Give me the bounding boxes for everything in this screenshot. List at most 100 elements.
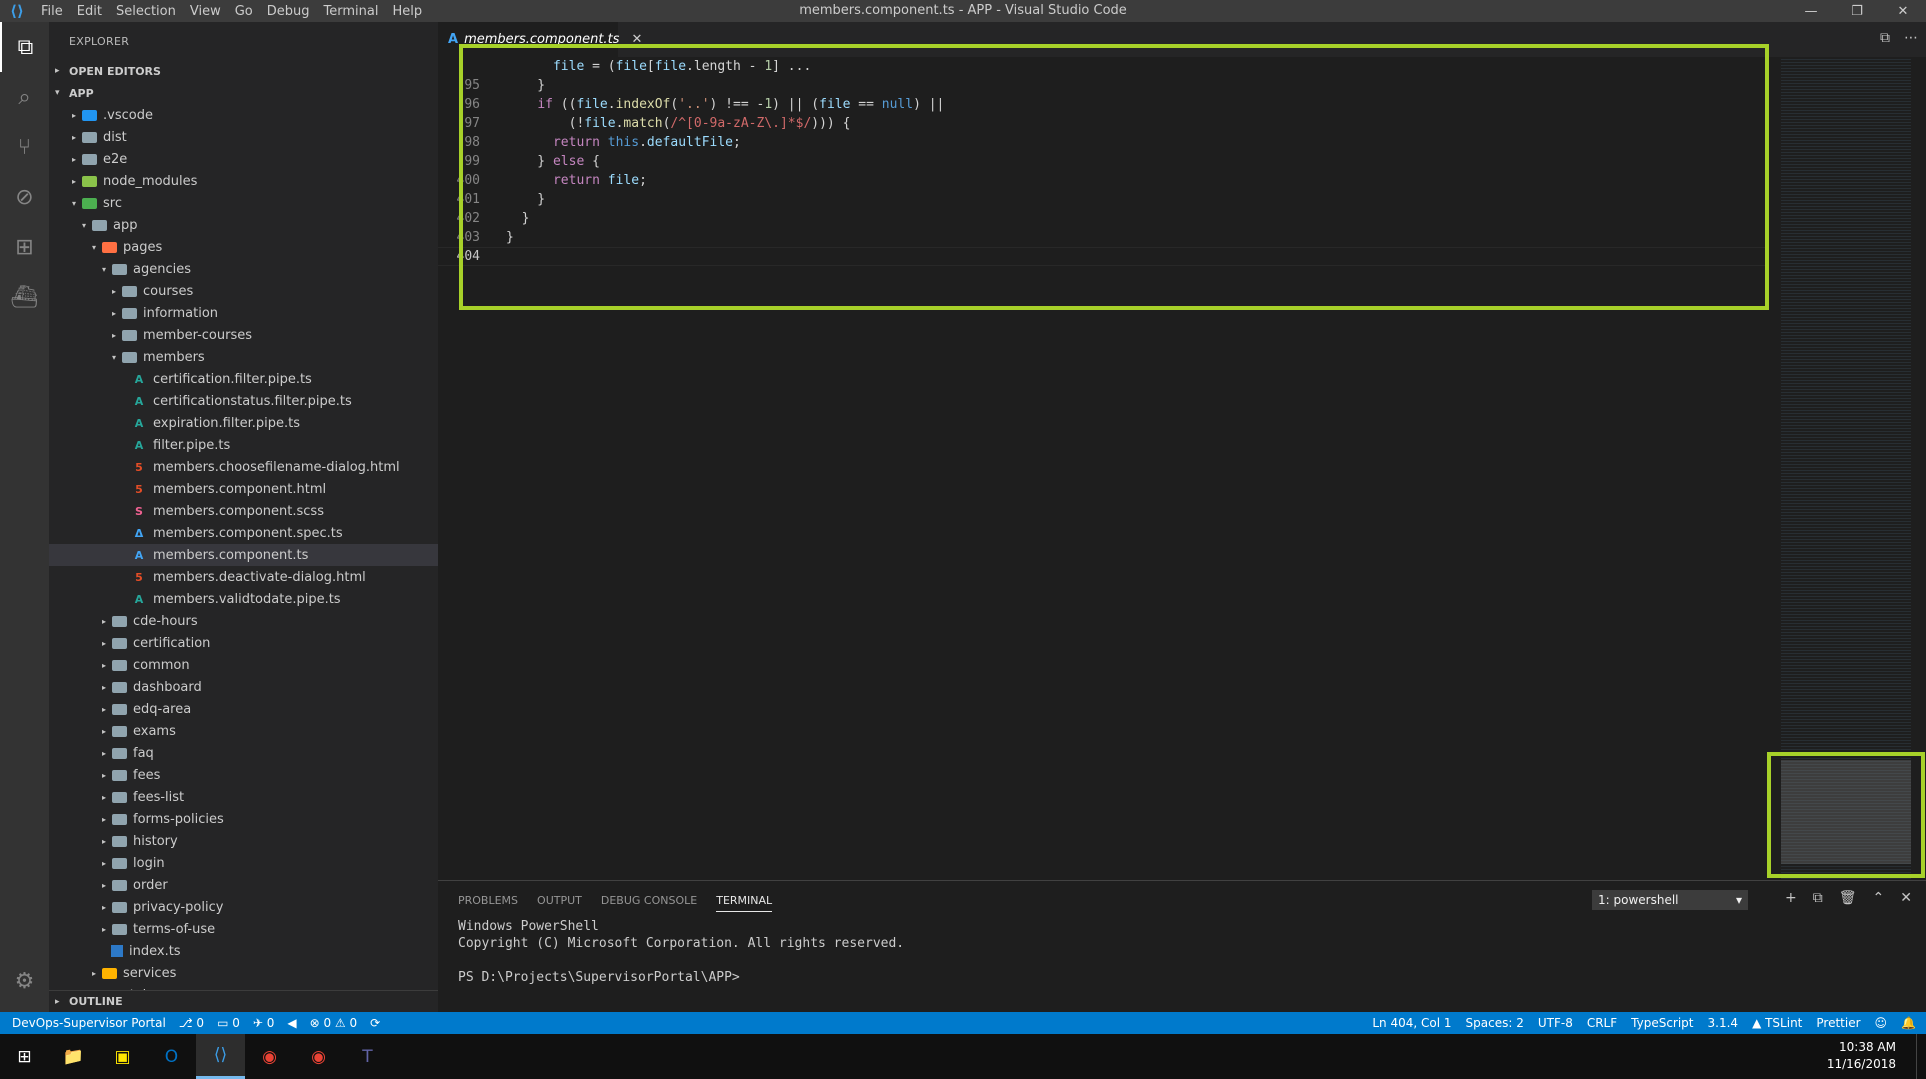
- tree-folder[interactable]: ▸ fees: [49, 764, 438, 786]
- sticky-notes-icon[interactable]: ▣: [98, 1034, 147, 1079]
- status-right-item[interactable]: 🔔: [1901, 1016, 1916, 1030]
- vscode-icon[interactable]: ⟨⟩: [196, 1034, 245, 1079]
- tree-file[interactable]: index.ts: [49, 940, 438, 962]
- tree-folder[interactable]: ▸ cde-hours: [49, 610, 438, 632]
- menu-terminal[interactable]: Terminal: [324, 4, 379, 19]
- app-section[interactable]: ▾ APP: [49, 82, 438, 104]
- source-control-icon[interactable]: ⑂: [0, 122, 49, 172]
- tree-folder[interactable]: ▸ member-courses: [49, 324, 438, 346]
- menu-help[interactable]: Help: [392, 4, 422, 19]
- tree-folder[interactable]: ▸ terms-of-use: [49, 918, 438, 940]
- tree-folder[interactable]: ▸ privacy-policy: [49, 896, 438, 918]
- code-editor[interactable]: file = (file[file.length - 1] ... 95 } 96 …: [438, 57, 1768, 266]
- restore-button[interactable]: ❐: [1834, 0, 1880, 22]
- close-window-button[interactable]: ✕: [1880, 0, 1926, 22]
- status-right-item[interactable]: Spaces: 2: [1466, 1016, 1524, 1030]
- tree-folder[interactable]: ▸ common: [49, 654, 438, 676]
- tree-folder[interactable]: ▾ agencies: [49, 258, 438, 280]
- tab-debug-console[interactable]: DEBUG CONSOLE: [601, 894, 697, 907]
- tree-file[interactable]: Acertificationstatus.filter.pipe.ts: [49, 390, 438, 412]
- menu-view[interactable]: View: [190, 4, 221, 19]
- terminal-select[interactable]: 1: powershell ▾: [1592, 890, 1748, 910]
- tree-folder[interactable]: ▸ faq: [49, 742, 438, 764]
- new-terminal-icon[interactable]: +: [1785, 890, 1797, 906]
- tree-folder[interactable]: ▸ courses: [49, 280, 438, 302]
- status-right-item[interactable]: UTF-8: [1538, 1016, 1573, 1030]
- tree-folder[interactable]: ▸ certification: [49, 632, 438, 654]
- tree-folder[interactable]: ▸ dashboard: [49, 676, 438, 698]
- menu-file[interactable]: File: [41, 4, 63, 19]
- tree-folder[interactable]: ▸ dist: [49, 126, 438, 148]
- tree-file[interactable]: 5 members.deactivate-dialog.html: [49, 566, 438, 588]
- tree-folder[interactable]: ▾ src: [49, 192, 438, 214]
- status-right-item[interactable]: ▲ TSLint: [1752, 1016, 1802, 1030]
- status-right-item[interactable]: Prettier: [1816, 1016, 1860, 1030]
- teams-icon[interactable]: T: [343, 1034, 392, 1079]
- tree-file[interactable]: Aexpiration.filter.pipe.ts: [49, 412, 438, 434]
- minimap-slider[interactable]: [1781, 760, 1911, 864]
- tree-file[interactable]: 5 members.component.html: [49, 478, 438, 500]
- tree-folder[interactable]: ▸ order: [49, 874, 438, 896]
- status-left-item[interactable]: ⊗ 0 ⚠ 0: [310, 1016, 358, 1030]
- status-right-item[interactable]: Ln 404, Col 1: [1372, 1016, 1451, 1030]
- status-left-item[interactable]: ◀: [287, 1016, 296, 1030]
- menu-go[interactable]: Go: [235, 4, 253, 19]
- tree-folder[interactable]: ▾ members: [49, 346, 438, 368]
- status-right-item[interactable]: ☺: [1875, 1016, 1888, 1030]
- tree-folder[interactable]: ▸ login: [49, 852, 438, 874]
- tree-folder[interactable]: ▸ fees-list: [49, 786, 438, 808]
- tree-file[interactable]: 5 members.choosefilename-dialog.html: [49, 456, 438, 478]
- status-left-item[interactable]: DevOps-Supervisor Portal: [12, 1016, 166, 1030]
- minimap[interactable]: [1781, 57, 1911, 879]
- extensions-icon[interactable]: ⊞: [0, 222, 49, 272]
- tree-file[interactable]: Amembers.validtodate.pipe.ts: [49, 588, 438, 610]
- tree-file[interactable]: Smembers.component.scss: [49, 500, 438, 522]
- taskbar-clock[interactable]: 10:38 AM 11/16/2018: [1827, 1039, 1896, 1073]
- status-right-item[interactable]: CRLF: [1587, 1016, 1617, 1030]
- close-panel-icon[interactable]: ✕: [1900, 890, 1912, 906]
- docker-icon[interactable]: ⛴: [0, 272, 49, 322]
- outlook-icon[interactable]: O: [147, 1034, 196, 1079]
- menu-edit[interactable]: Edit: [77, 4, 102, 19]
- status-left-item[interactable]: ▭ 0: [217, 1016, 240, 1030]
- tree-folder[interactable]: ▸ node_modules: [49, 170, 438, 192]
- status-left-item[interactable]: ⎇ 0: [179, 1016, 204, 1030]
- start-button-icon[interactable]: ⊞: [0, 1034, 49, 1079]
- open-editors-section[interactable]: ▸ OPEN EDITORS: [49, 60, 438, 82]
- show-desktop-button[interactable]: [1916, 1034, 1926, 1079]
- tree-folder[interactable]: ▾ app: [49, 214, 438, 236]
- tree-folder[interactable]: ▸ history: [49, 830, 438, 852]
- status-right-item[interactable]: TypeScript: [1631, 1016, 1693, 1030]
- status-left-item[interactable]: ✈ 0: [253, 1016, 275, 1030]
- outline-section[interactable]: ▸ OUTLINE: [49, 990, 438, 1012]
- terminal-output[interactable]: Windows PowerShell Copyright (C) Microso…: [438, 919, 1926, 987]
- tab-members-component-ts[interactable]: A members.component.ts ✕: [438, 22, 642, 57]
- menu-selection[interactable]: Selection: [116, 4, 176, 19]
- explorer-icon[interactable]: ⧉: [0, 22, 49, 72]
- tree-folder[interactable]: ▸ forms-policies: [49, 808, 438, 830]
- tab-problems[interactable]: PROBLEMS: [458, 894, 518, 907]
- tree-file[interactable]: Afilter.pipe.ts: [49, 434, 438, 456]
- status-right-item[interactable]: 3.1.4: [1708, 1016, 1739, 1030]
- more-actions-icon[interactable]: ⋯: [1904, 30, 1918, 46]
- chrome-icon[interactable]: ◉: [294, 1034, 343, 1079]
- tab-close-icon[interactable]: ✕: [631, 32, 642, 47]
- tree-file[interactable]: Acertification.filter.pipe.ts: [49, 368, 438, 390]
- settings-gear-icon[interactable]: ⚙: [0, 956, 49, 1006]
- status-left-item[interactable]: ⟳: [370, 1016, 380, 1030]
- split-editor-icon[interactable]: ⧉: [1880, 30, 1890, 46]
- tree-folder[interactable]: ▾ pages: [49, 236, 438, 258]
- tree-folder[interactable]: ▸ exams: [49, 720, 438, 742]
- menu-debug[interactable]: Debug: [267, 4, 310, 19]
- tree-file[interactable]: Δmembers.component.spec.ts: [49, 522, 438, 544]
- file-explorer-icon[interactable]: 📁: [49, 1034, 98, 1079]
- tree-folder[interactable]: ▸ e2e: [49, 148, 438, 170]
- tab-terminal[interactable]: TERMINAL: [716, 894, 773, 912]
- chrome-icon[interactable]: ◉: [245, 1034, 294, 1079]
- tree-folder[interactable]: ▸ .vscode: [49, 104, 438, 126]
- minimize-button[interactable]: —: [1788, 0, 1834, 22]
- tree-folder[interactable]: ▸ information: [49, 302, 438, 324]
- tree-folder[interactable]: ▸ services: [49, 962, 438, 984]
- search-icon[interactable]: ⌕: [0, 72, 49, 122]
- debug-icon[interactable]: ⊘: [0, 172, 49, 222]
